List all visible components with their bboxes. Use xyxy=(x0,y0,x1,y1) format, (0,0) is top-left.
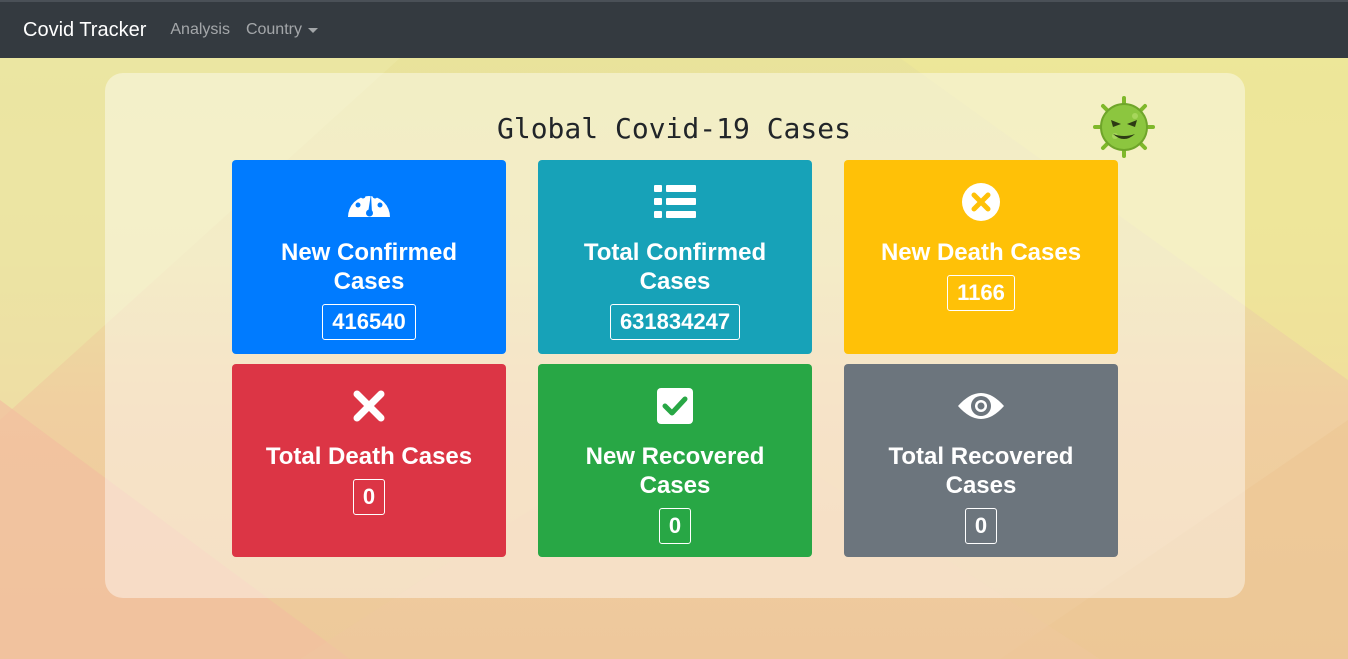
card-value: 1166 xyxy=(947,275,1015,311)
list-icon xyxy=(654,180,696,224)
virus-icon xyxy=(1093,96,1155,158)
card-label: New Death Cases xyxy=(880,239,1082,266)
brand-link[interactable]: Covid Tracker xyxy=(23,19,146,42)
eye-icon xyxy=(957,384,1005,428)
times-icon xyxy=(353,384,385,428)
card-total-death: Total Death Cases 0 xyxy=(232,364,506,557)
card-label: New Recovered Cases xyxy=(585,443,765,499)
card-total-confirmed: Total Confirmed Cases 631834247 xyxy=(538,160,812,354)
check-square-icon xyxy=(657,384,693,428)
card-value: 631834247 xyxy=(609,304,741,340)
card-label: Total Recovered Cases xyxy=(888,443,1074,499)
card-new-recovered: New Recovered Cases 0 xyxy=(538,364,812,557)
card-label: New Confirmed Cases xyxy=(280,239,457,295)
times-circle-icon xyxy=(961,180,1001,224)
card-value: 0 xyxy=(658,508,692,544)
tachometer-icon xyxy=(346,180,392,224)
card-label: Total Confirmed Cases xyxy=(583,239,767,295)
card-value: 416540 xyxy=(322,304,416,340)
card-value: 0 xyxy=(964,508,998,544)
caret-down-icon xyxy=(307,27,318,33)
nav-analysis-link[interactable]: Analysis xyxy=(170,21,230,39)
nav-country-dropdown[interactable]: Country xyxy=(246,21,318,39)
card-total-recovered: Total Recovered Cases 0 xyxy=(844,364,1118,557)
card-label: Total Death Cases xyxy=(265,443,473,470)
card-value: 0 xyxy=(352,479,386,515)
card-new-death: New Death Cases 1166 xyxy=(844,160,1118,354)
card-new-confirmed: New Confirmed Cases 416540 xyxy=(232,160,506,354)
top-navbar: Covid Tracker Analysis Country xyxy=(0,0,1348,58)
